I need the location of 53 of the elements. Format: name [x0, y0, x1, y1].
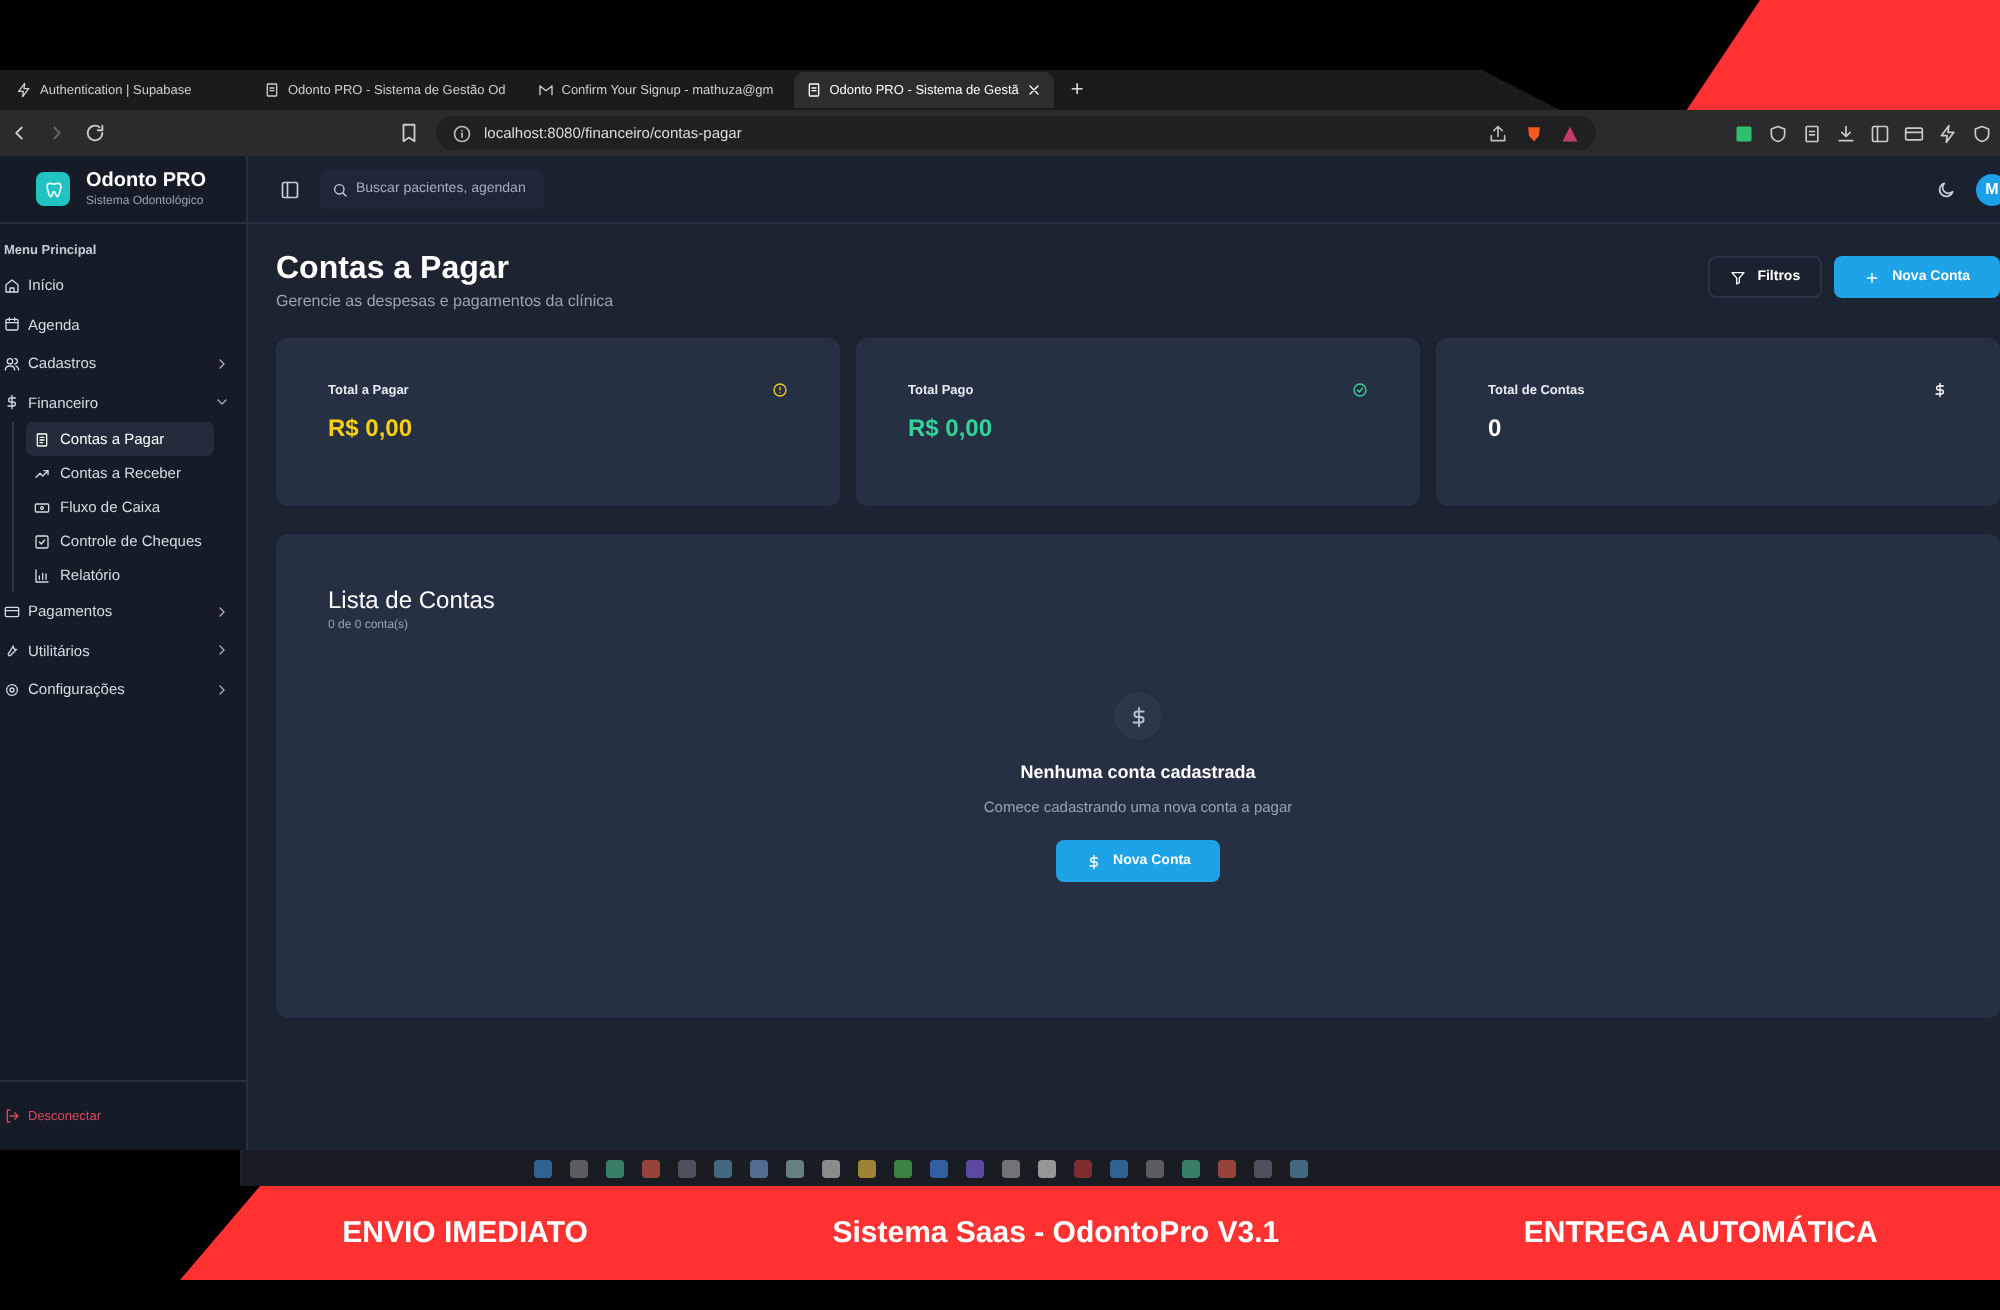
reload-icon[interactable] — [84, 122, 106, 144]
extension-icon[interactable] — [1734, 123, 1754, 143]
dollar-icon — [1932, 382, 1948, 398]
page-icon — [264, 82, 280, 98]
settings-icon — [4, 681, 20, 698]
plus-icon — [1864, 269, 1881, 285]
new-tab-button[interactable]: + — [1062, 78, 1092, 102]
sidebar-toggle-icon[interactable] — [1870, 123, 1890, 143]
empty-state-title: Nenhuma conta cadastrada — [1020, 762, 1256, 782]
search-icon — [332, 181, 348, 197]
filter-icon — [1729, 269, 1746, 285]
share-icon[interactable] — [1488, 123, 1508, 143]
tooth-icon — [43, 179, 63, 199]
bolt-icon[interactable] — [1938, 123, 1958, 143]
users-icon — [4, 355, 20, 372]
page-title: Contas a Pagar — [276, 252, 511, 288]
stat-value: 0 — [1488, 414, 1504, 442]
download-icon[interactable] — [1836, 123, 1856, 143]
shield-icon[interactable] — [1972, 123, 1992, 143]
trend-up-icon — [34, 465, 50, 481]
alert-circle-icon — [772, 382, 788, 398]
dollar-icon — [1127, 705, 1149, 727]
stat-value: R$ 0,00 — [328, 414, 415, 442]
triangle-logo-icon[interactable] — [1560, 123, 1580, 143]
page-icon — [805, 82, 822, 98]
banner-text: Sistema Saas - OdontoPro V3.1 — [832, 1216, 1280, 1250]
moon-icon[interactable] — [1936, 179, 1956, 199]
house-icon — [4, 277, 20, 294]
dollar-icon — [1085, 853, 1102, 869]
info-circle-icon — [452, 123, 472, 143]
card-icon — [4, 603, 20, 620]
bookmark-icon[interactable] — [398, 122, 420, 144]
mail-icon — [537, 82, 554, 98]
calendar-icon — [4, 316, 20, 333]
close-icon — [1026, 82, 1043, 98]
page-subtitle: Gerencie as despesas e pagamentos da clínica — [276, 292, 614, 310]
checkbox-icon — [34, 533, 50, 549]
banner-text: ENVIO IMEDIATO — [342, 1216, 588, 1250]
dollar-icon — [4, 394, 20, 411]
shield-icon[interactable] — [1768, 123, 1788, 143]
page-icon[interactable] — [1802, 123, 1822, 143]
stat-value: R$ 0,00 — [908, 414, 995, 442]
receipt-icon — [34, 431, 50, 447]
card-icon[interactable] — [1904, 123, 1924, 143]
sidebar-toggle-icon[interactable] — [280, 179, 300, 199]
list-title: Lista de Contas — [328, 586, 497, 614]
logout-icon — [4, 1108, 20, 1124]
bar-chart-icon — [34, 567, 50, 583]
check-circle-icon — [1352, 382, 1368, 398]
bolt-icon — [16, 82, 32, 98]
banknote-icon — [34, 499, 50, 515]
banner-text: ENTREGA AUTOMÁTICA — [1523, 1216, 1878, 1250]
brand-name: Odonto PRO — [86, 170, 206, 192]
